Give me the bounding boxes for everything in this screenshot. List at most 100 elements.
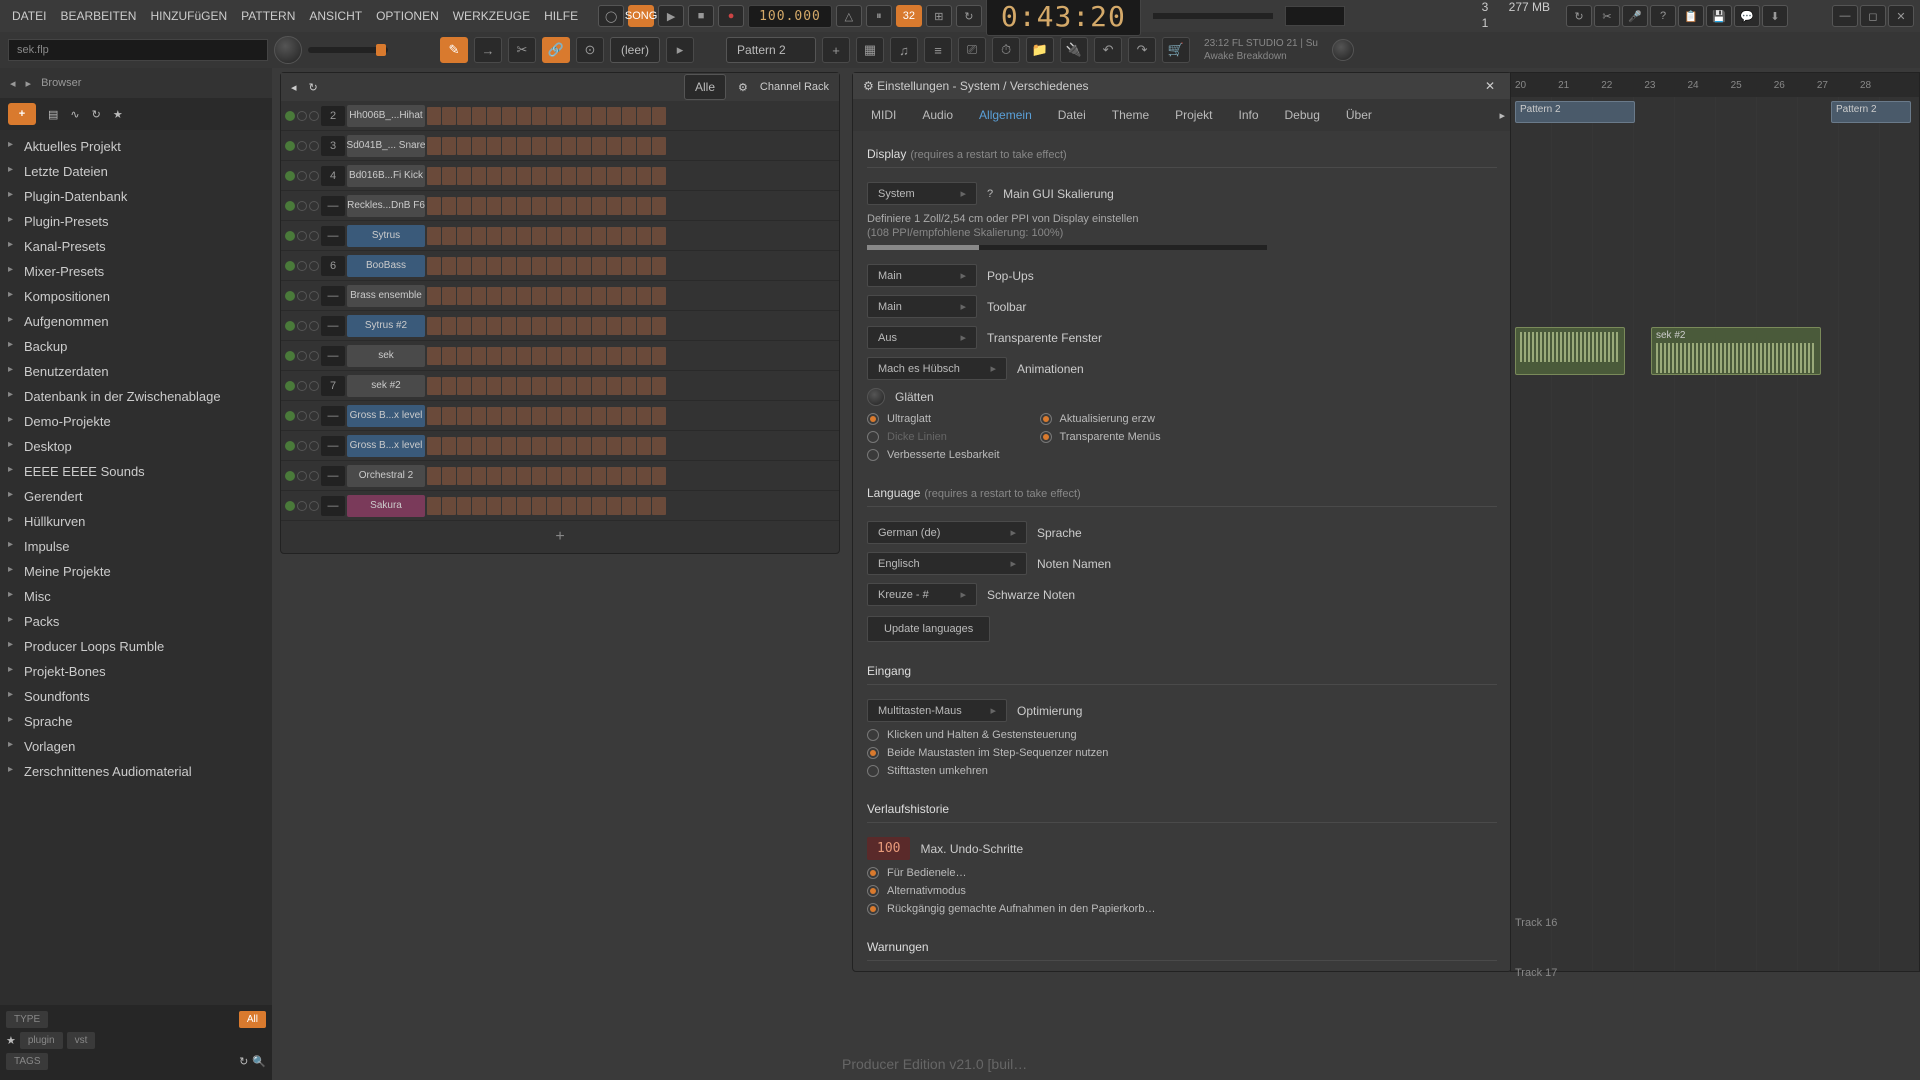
channel-route[interactable]: — [321,346,345,366]
step-cell[interactable] [577,407,591,425]
step-cell[interactable] [472,377,486,395]
channel-button[interactable]: sek #2 [347,375,425,397]
step-cell[interactable] [562,287,576,305]
countdown-icon[interactable]: ⊞ [926,5,952,27]
step-cell[interactable] [622,167,636,185]
settings-tab[interactable]: Datei [1046,102,1098,128]
vst-tag[interactable]: vst [67,1032,96,1049]
step-cell[interactable] [637,467,651,485]
step-cell[interactable] [457,197,471,215]
step-cell[interactable] [487,137,501,155]
step-cell[interactable] [607,287,621,305]
step-cell[interactable] [562,137,576,155]
step-cell[interactable] [502,287,516,305]
step-cell[interactable] [607,317,621,335]
channel-mute-led[interactable] [285,171,295,181]
snap-button[interactable]: 32 [896,5,922,27]
channel-pan-knob[interactable] [297,441,307,451]
step-cell[interactable] [652,227,666,245]
step-cell[interactable] [487,167,501,185]
step-cell[interactable] [652,347,666,365]
channel-route[interactable]: — [321,406,345,426]
channel-mute-led[interactable] [285,501,295,511]
step-cell[interactable] [427,377,441,395]
step-cell[interactable] [592,197,606,215]
step-cell[interactable] [562,107,576,125]
clickhold-radio[interactable] [867,729,879,741]
step-cell[interactable] [502,107,516,125]
step-cell[interactable] [577,497,591,515]
tabs-overflow-icon[interactable]: ▸ [1499,109,1505,122]
step-cell[interactable] [592,107,606,125]
stop-button[interactable]: ■ [688,5,714,27]
animations-select[interactable]: Mach es Hübsch [867,357,1007,380]
cr-back-icon[interactable]: ◂ [291,81,297,94]
step-cell[interactable] [652,137,666,155]
step-cell[interactable] [637,197,651,215]
channel-pan-knob[interactable] [297,141,307,151]
step-sequence[interactable] [427,347,835,365]
step-cell[interactable] [517,317,531,335]
scissors-icon[interactable]: ✂ [1594,5,1620,27]
link-tool-icon[interactable]: 🔗 [542,37,570,63]
step-cell[interactable] [472,347,486,365]
menu-add[interactable]: HINZUFüGEN [144,5,233,27]
step-sequence[interactable] [427,467,835,485]
expand-icon[interactable]: ▸ [26,77,32,90]
browser-item[interactable]: Mixer-Presets [0,259,272,284]
step-cell[interactable] [472,107,486,125]
step-cell[interactable] [547,167,561,185]
add-channel-button[interactable]: + [281,521,839,553]
undo-history-icon[interactable]: ↻ [1566,5,1592,27]
step-cell[interactable] [652,257,666,275]
channel-button[interactable]: Sytrus #2 [347,315,425,337]
browser-item[interactable]: Producer Loops Rumble [0,634,272,659]
channel-pan-knob[interactable] [297,291,307,301]
channel-route[interactable]: 3 [321,136,345,156]
channel-rack-icon[interactable]: ≡ [924,37,952,63]
step-cell[interactable] [622,197,636,215]
channel-route[interactable]: — [321,286,345,306]
undo-steps-value[interactable]: 100 [867,837,910,860]
step-cell[interactable] [637,437,651,455]
menu-options[interactable]: OPTIONEN [370,5,445,27]
track-16-label[interactable]: Track 16 [1515,917,1557,929]
settings-body[interactable]: Display(requires a restart to take effec… [853,131,1511,971]
step-cell[interactable] [577,227,591,245]
browser-list-icon[interactable]: ▤ [48,108,58,121]
transmenus-radio[interactable] [1040,431,1052,443]
optimization-select[interactable]: Multitasten-Maus [867,699,1007,722]
step-cell[interactable] [487,287,501,305]
menu-pattern[interactable]: PATTERN [235,5,301,27]
step-cell[interactable] [472,257,486,275]
step-cell[interactable] [607,437,621,455]
step-cell[interactable] [637,407,651,425]
minimize-icon[interactable]: — [1832,5,1858,27]
pattern-selector[interactable]: Pattern 2 [726,37,816,63]
channel-vol-knob[interactable] [309,231,319,241]
step-cell[interactable] [532,137,546,155]
browser-item[interactable]: Datenbank in der Zwischenablage [0,384,272,409]
step-cell[interactable] [517,227,531,245]
step-cell[interactable] [517,257,531,275]
cr-filter[interactable]: Alle [684,74,726,100]
song-position-slider[interactable] [1153,13,1273,19]
step-cell[interactable] [592,227,606,245]
step-cell[interactable] [607,107,621,125]
settings-tab[interactable]: Audio [910,102,965,128]
smooth-knob[interactable] [867,388,885,406]
time-display[interactable]: 0:43:20 [986,0,1141,36]
audio-clip-1[interactable] [1515,327,1625,375]
step-cell[interactable] [487,497,501,515]
channel-mute-led[interactable] [285,141,295,151]
browser-item[interactable]: Packs [0,609,272,634]
channel-pan-knob[interactable] [297,321,307,331]
step-cell[interactable] [427,317,441,335]
channel-vol-knob[interactable] [309,471,319,481]
channel-vol-knob[interactable] [309,201,319,211]
step-cell[interactable] [427,287,441,305]
draw-tool-icon[interactable]: ✎ [440,37,468,63]
step-cell[interactable] [517,287,531,305]
browser-item[interactable]: Meine Projekte [0,559,272,584]
channel-pan-knob[interactable] [297,201,307,211]
